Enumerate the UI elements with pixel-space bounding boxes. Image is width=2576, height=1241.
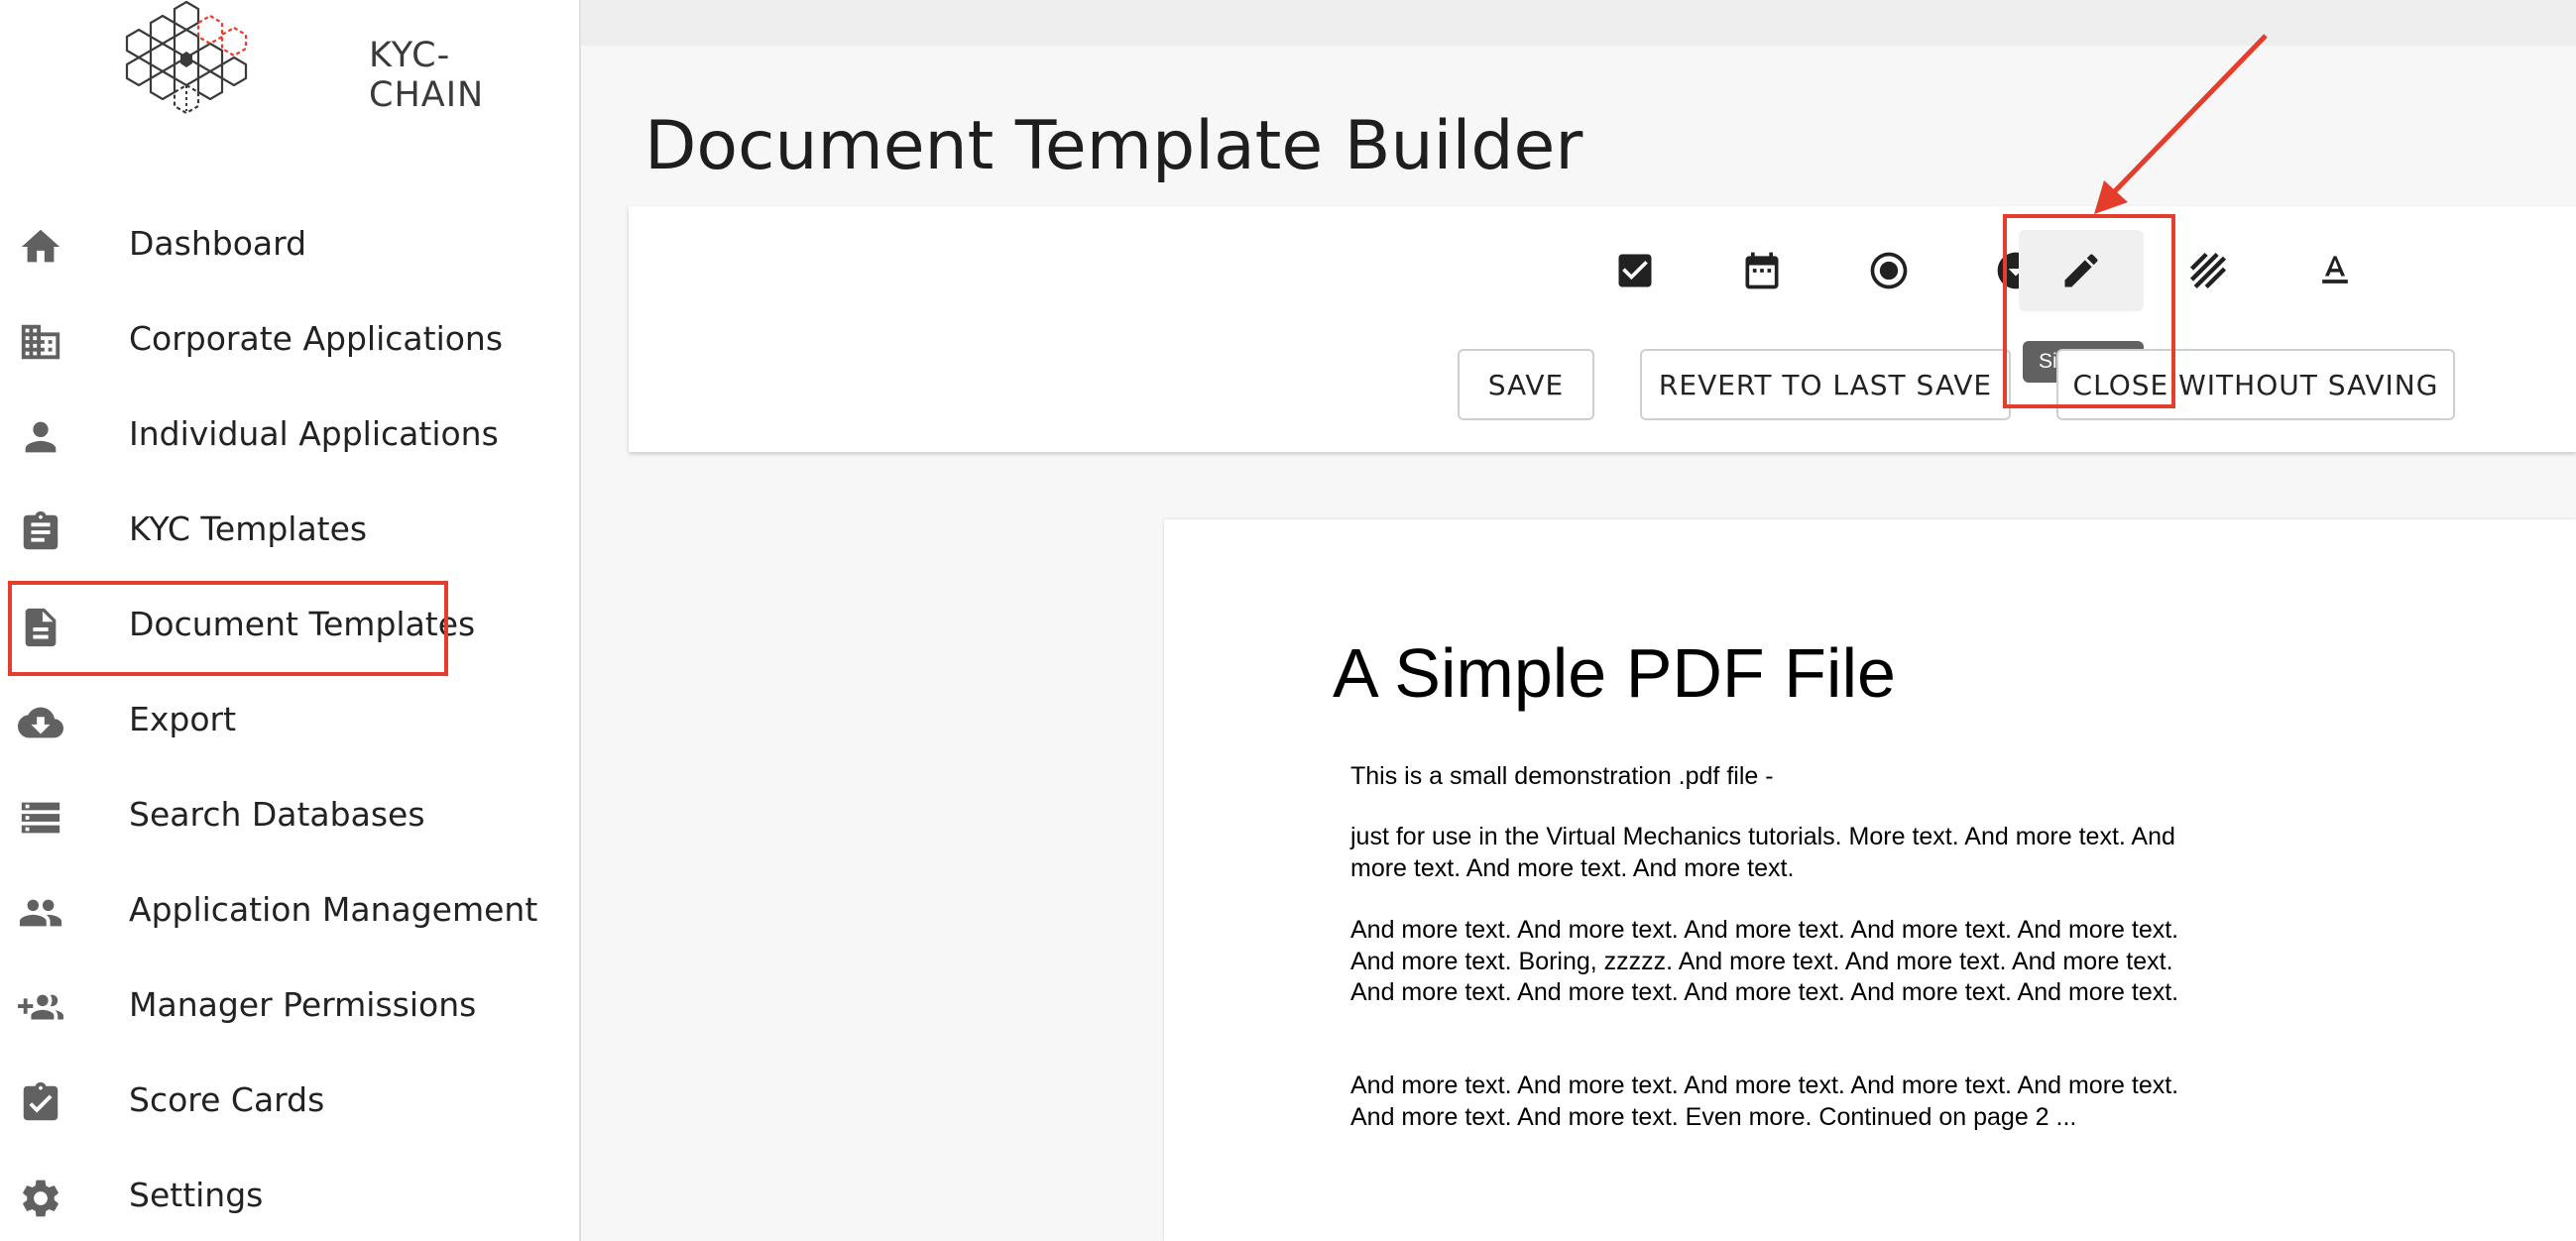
calendar-icon xyxy=(1745,252,1779,289)
sidebar-item-label: Individual Applications xyxy=(129,414,499,453)
text-tool-button[interactable] xyxy=(2273,230,2398,311)
signature-highlight-box xyxy=(2003,214,2175,408)
sidebar-item-label: Export xyxy=(129,700,237,738)
document-paragraph: And more text. And more text. And more t… xyxy=(1350,916,2179,1006)
text-format-icon xyxy=(2322,256,2348,283)
annotation-arrow-icon xyxy=(2094,34,2268,214)
builder-toolbar: Signature SAVE REVERT TO LAST SAVE CLOSE… xyxy=(629,206,2576,452)
checkbox-icon xyxy=(1618,254,1652,287)
revert-button[interactable]: REVERT TO LAST SAVE xyxy=(1640,349,2011,420)
document-paragraph: And more text. And more text. And more t… xyxy=(1350,1072,2179,1131)
document-paragraph: This is a small demonstration .pdf file … xyxy=(1350,762,1774,790)
hexagon-logo-icon xyxy=(125,0,248,115)
radio-icon xyxy=(1870,252,1908,289)
sidebar-item-settings[interactable]: Settings xyxy=(0,1152,579,1241)
home-icon xyxy=(21,229,60,263)
sidebar-item-dashboard[interactable]: Dashboard xyxy=(0,200,579,289)
checkbox-tool-button[interactable] xyxy=(1573,230,1698,311)
document-paragraph: just for use in the Virtual Mechanics tu… xyxy=(1350,823,2175,882)
storage-icon xyxy=(21,802,60,834)
sidebar-item-manager-permissions[interactable]: Manager Permissions xyxy=(0,961,579,1051)
clipboard-icon xyxy=(23,510,59,550)
date-tool-button[interactable] xyxy=(1699,230,1824,311)
sidebar-item-search-databases[interactable]: Search Databases xyxy=(0,771,579,860)
sidebar-item-kyc-templates[interactable]: KYC Templates xyxy=(0,486,579,575)
hatch-icon xyxy=(2189,252,2227,289)
kyc-chain-logo[interactable]: KYC-CHAIN xyxy=(119,0,483,134)
cloud-download-icon xyxy=(18,707,63,738)
radio-tool-button[interactable] xyxy=(1826,230,1951,311)
sidebar-item-individual-applications[interactable]: Individual Applications xyxy=(0,391,579,480)
sidebar-item-label: KYC Templates xyxy=(129,509,368,548)
gear-icon xyxy=(23,1180,59,1217)
assignment-check-icon xyxy=(23,1081,59,1121)
sidebar-item-label: Dashboard xyxy=(129,224,307,263)
sidebar-item-export[interactable]: Export xyxy=(0,676,579,765)
sidebar-item-application-management[interactable]: Application Management xyxy=(0,866,579,956)
sidebar: KYC-CHAIN Dashboard Corporate Applicatio… xyxy=(0,0,581,1241)
building-icon xyxy=(21,324,60,360)
sidebar-item-corporate-applications[interactable]: Corporate Applications xyxy=(0,295,579,385)
sidebar-item-score-cards[interactable]: Score Cards xyxy=(0,1057,579,1146)
sidebar-item-label: Settings xyxy=(129,1176,264,1214)
logo-text: KYC-CHAIN xyxy=(369,36,485,115)
sidebar-item-label: Search Databases xyxy=(129,795,425,834)
group-add-icon xyxy=(18,994,63,1020)
sidebar-item-label: Manager Permissions xyxy=(129,985,477,1024)
save-button[interactable]: SAVE xyxy=(1458,349,1594,420)
page-title: Document Template Builder xyxy=(644,107,1583,185)
sidebar-item-label: Corporate Applications xyxy=(129,319,504,358)
pdf-document-page[interactable]: A Simple PDF File This is a small demons… xyxy=(1164,519,2576,1241)
active-item-highlight xyxy=(8,581,448,676)
sidebar-item-label: Application Management xyxy=(129,890,538,929)
person-icon xyxy=(25,421,57,453)
document-heading: A Simple PDF File xyxy=(1333,634,1896,712)
sidebar-item-label: Score Cards xyxy=(129,1080,325,1119)
people-icon xyxy=(19,899,62,927)
